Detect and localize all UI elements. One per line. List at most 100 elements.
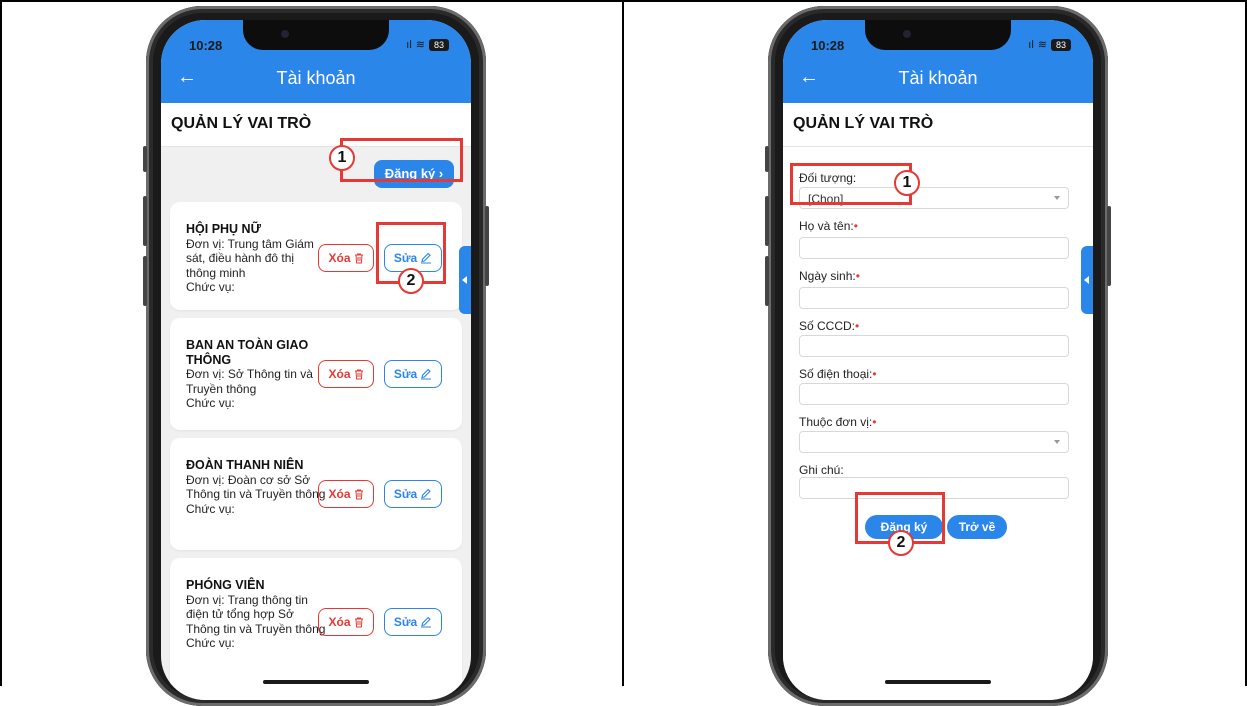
screen-role-list: 10:28 ıl ≋ 83 ← Tài khoản QUẢN LÝ VAI TR… (161, 20, 471, 700)
role-unit: Đơn vị: Trang thông tin điện tử tổng hợp… (186, 592, 326, 636)
register-form: Đối tượng: [Chọn] Họ và tên:• Ngày sinh:… (783, 147, 1093, 700)
role-position: Chức vụ: (186, 280, 235, 294)
trash-icon (354, 611, 364, 637)
role-card-info: ĐOÀN THANH NIÊN Đơn vị: Đoàn cơ sở Sở Th… (186, 458, 326, 516)
required-mark: • (853, 219, 858, 233)
app-bar: 10:28 ıl ≋ 83 ← Tài khoản (161, 20, 471, 103)
delete-button[interactable]: Xóa (318, 244, 374, 272)
required-mark: • (855, 319, 860, 333)
field-label-id-number: Số CCCD:• (799, 319, 859, 333)
side-drawer-tab[interactable] (1081, 246, 1093, 314)
chevron-down-icon (1054, 440, 1060, 444)
delete-button-label: Xóa (328, 251, 351, 265)
role-card-info: PHÓNG VIÊN Đơn vị: Trang thông tin điện … (186, 578, 326, 651)
home-indicator (885, 680, 991, 684)
role-name: ĐOÀN THANH NIÊN (186, 458, 304, 472)
annotation-badge-2: 2 (398, 268, 424, 294)
edit-button-label: Sửa (393, 615, 418, 629)
label-text: Số CCCD: (799, 319, 856, 333)
delete-button[interactable]: Xóa (318, 360, 374, 388)
side-drawer-tab[interactable] (459, 246, 471, 314)
wifi-icon: ≋ (1037, 39, 1047, 51)
volume-down-button (765, 256, 769, 306)
required-mark: • (855, 269, 860, 283)
role-name: PHÓNG VIÊN (186, 578, 265, 592)
birthdate-input[interactable] (799, 287, 1069, 309)
role-card: ĐOÀN THANH NIÊN Đơn vị: Đoàn cơ sở Sở Th… (170, 438, 462, 550)
required-mark: • (872, 415, 877, 429)
mute-switch (143, 146, 147, 172)
status-time: 10:28 (189, 38, 223, 53)
field-label-phone: Số điện thoại:• (799, 367, 877, 381)
phone-input[interactable] (799, 383, 1069, 405)
edit-button[interactable]: Sửa (384, 360, 442, 388)
screen-register-form: 10:28 ıl ≋ 83 ← Tài khoản QUẢN LÝ VAI TR… (783, 20, 1093, 700)
annotation-badge-1: 1 (894, 170, 920, 196)
role-name: HỘI PHỤ NỮ (186, 222, 261, 236)
pencil-icon (420, 363, 432, 389)
signal-icon: ıl (406, 38, 412, 51)
role-position: Chức vụ: (186, 501, 235, 516)
phone-left: 10:28 ıl ≋ 83 ← Tài khoản QUẢN LÝ VAI TR… (143, 6, 489, 706)
appbar-title: Tài khoản (898, 68, 978, 88)
power-button (1107, 206, 1111, 286)
mute-switch (765, 146, 769, 172)
delete-button[interactable]: Xóa (318, 480, 374, 508)
delete-button-label: Xóa (328, 487, 351, 501)
trash-icon (354, 247, 364, 273)
role-card-info: BAN AN TOÀN GIAO THÔNG Đơn vị: Sở Thông … (186, 338, 326, 411)
label-text: Ghi chú: (799, 463, 844, 477)
battery-icon: 83 (1051, 38, 1071, 51)
status-icons: ıl ≋ 83 (1028, 38, 1071, 51)
volume-up-button (143, 196, 147, 246)
field-label-note: Ghi chú: (799, 463, 844, 477)
field-label-unit: Thuộc đơn vị:• (799, 415, 876, 429)
delete-button[interactable]: Xóa (318, 608, 374, 636)
label-text: Thuộc đơn vị: (799, 415, 873, 429)
pencil-icon (420, 483, 432, 509)
highlight-box-register (340, 138, 463, 182)
fullname-input[interactable] (799, 237, 1069, 259)
signal-icon: ıl (1028, 38, 1034, 51)
unit-select[interactable] (799, 431, 1069, 453)
field-label-birthdate: Ngày sinh:• (799, 269, 860, 283)
edit-button[interactable]: Sửa (384, 480, 442, 508)
battery-icon: 83 (429, 38, 449, 51)
role-unit: Đơn vị: Đoàn cơ sở Sở Thông tin và Truyề… (186, 472, 326, 502)
volume-down-button (143, 256, 147, 306)
role-card-info: HỘI PHỤ NỮ Đơn vị: Trung tâm Giám sát, đ… (186, 222, 326, 295)
role-card: BAN AN TOÀN GIAO THÔNG Đơn vị: Sở Thông … (170, 318, 462, 430)
required-mark: • (872, 367, 877, 381)
edit-button[interactable]: Sửa (384, 608, 442, 636)
camera-icon (903, 30, 911, 38)
annotation-badge-2: 2 (888, 530, 914, 556)
wifi-icon: ≋ (415, 39, 425, 51)
power-button (485, 206, 489, 286)
notch (243, 20, 389, 50)
label-text: Họ và tên: (799, 219, 854, 233)
annotation-badge-1: 1 (329, 145, 355, 171)
trash-icon (354, 483, 364, 509)
label-text: Ngày sinh: (799, 269, 856, 283)
appbar-title: Tài khoản (276, 68, 356, 88)
edit-button-label: Sửa (393, 487, 418, 501)
volume-up-button (765, 196, 769, 246)
delete-button-label: Xóa (328, 367, 351, 381)
chevron-down-icon (1054, 196, 1060, 200)
role-unit: Đơn vị: Sở Thông tin và Truyền thông (186, 367, 313, 396)
column-divider (622, 0, 624, 686)
status-icons: ıl ≋ 83 (406, 38, 449, 51)
page-title: QUẢN LÝ VAI TRÒ (783, 103, 1093, 147)
role-card: PHÓNG VIÊN Đơn vị: Trang thông tin điện … (170, 558, 462, 700)
label-text: Số điện thoại: (799, 367, 873, 381)
role-position: Chức vụ: (186, 636, 235, 650)
role-position: Chức vụ: (186, 396, 235, 410)
pencil-icon (420, 611, 432, 637)
field-label-fullname: Họ và tên:• (799, 219, 858, 233)
status-time: 10:28 (811, 38, 845, 53)
home-indicator (263, 680, 369, 684)
notch (865, 20, 1011, 50)
id-number-input[interactable] (799, 335, 1069, 357)
back-button[interactable]: Trở về (947, 515, 1007, 539)
edit-button-label: Sửa (393, 367, 418, 381)
